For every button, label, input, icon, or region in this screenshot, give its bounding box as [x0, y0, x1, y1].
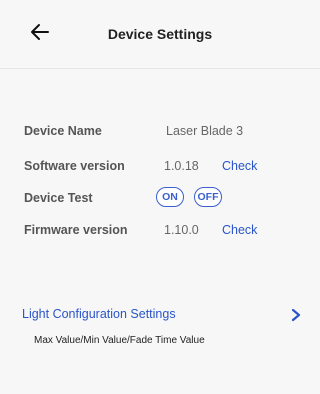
firmware-version-label: Firmware version — [24, 223, 128, 237]
firmware-version-row: Firmware version 1.10.0 Check — [0, 223, 320, 243]
chevron-right-icon — [291, 308, 301, 322]
device-name-row: Device Name Laser Blade 3 — [0, 124, 320, 144]
device-name-value: Laser Blade 3 — [166, 124, 244, 138]
light-config-chevron-button[interactable] — [288, 307, 304, 323]
software-version-label: Software version — [24, 159, 125, 173]
firmware-version-value: 1.10.0 — [164, 223, 199, 237]
light-config-description: Max Value/Min Value/Fade Time Value — [34, 335, 205, 346]
device-test-on-button[interactable]: ON — [156, 187, 184, 207]
device-test-label: Device Test — [24, 191, 93, 205]
device-name-label: Device Name — [24, 124, 102, 138]
software-version-value: 1.0.18 — [164, 159, 199, 173]
page-title: Device Settings — [107, 26, 213, 42]
app-header: Device Settings — [0, 0, 320, 68]
software-version-row: Software version 1.0.18 Check — [0, 159, 320, 179]
light-config-link[interactable]: Light Configuration Settings — [22, 307, 176, 321]
software-check-link[interactable]: Check — [222, 159, 257, 173]
header-divider — [0, 68, 320, 69]
device-test-row: Device Test ON OFF — [0, 187, 320, 211]
device-test-off-button[interactable]: OFF — [194, 187, 222, 207]
firmware-check-link[interactable]: Check — [222, 223, 257, 237]
